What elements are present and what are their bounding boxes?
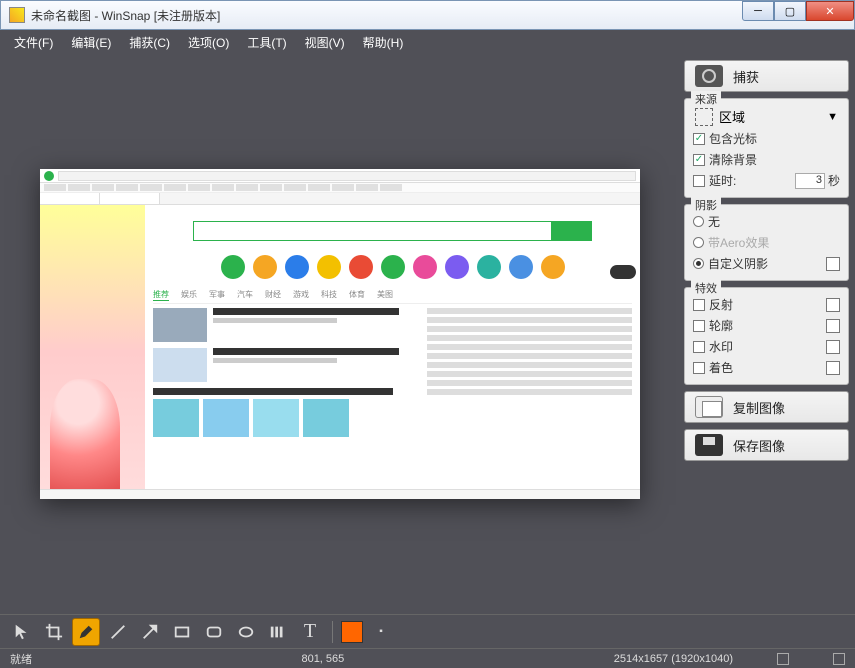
- delay-label: 延时:: [709, 172, 736, 189]
- watermark-checkbox[interactable]: [693, 341, 705, 353]
- save-image-button[interactable]: 保存图像: [684, 429, 849, 461]
- close-button[interactable]: ✕: [806, 1, 854, 21]
- color-swatch[interactable]: [341, 621, 363, 643]
- source-mode-dropdown[interactable]: 区域 ▼: [693, 105, 840, 128]
- shadow-aero-label: 带Aero效果: [708, 234, 769, 251]
- delay-unit: 秒: [828, 172, 840, 189]
- roundrect-tool[interactable]: [200, 618, 228, 646]
- delay-checkbox[interactable]: [693, 175, 705, 187]
- titlebar: 未命名截图 - WinSnap [未注册版本] ─ ▢ ✕: [0, 0, 855, 30]
- region-icon: [695, 108, 713, 126]
- statusbar: 就绪 801, 565 2514x1657 (1920x1040): [0, 648, 855, 668]
- status-ready: 就绪: [10, 651, 32, 667]
- shadow-none-label: 无: [708, 213, 720, 230]
- menu-view[interactable]: 视图(V): [297, 32, 353, 53]
- effects-title: 特效: [691, 280, 721, 296]
- arrow-tool[interactable]: [136, 618, 164, 646]
- include-cursor-checkbox[interactable]: [693, 133, 705, 145]
- reflect-settings[interactable]: [826, 298, 840, 312]
- highlight-tool[interactable]: [264, 618, 292, 646]
- maximize-button[interactable]: ▢: [774, 1, 806, 21]
- tint-label: 着色: [709, 359, 733, 376]
- menu-capture[interactable]: 捕获(C): [121, 32, 178, 53]
- copy-icon: [695, 396, 723, 418]
- watermark-settings[interactable]: [826, 340, 840, 354]
- watermark-label: 水印: [709, 338, 733, 355]
- capture-button[interactable]: 捕获: [684, 60, 849, 92]
- menu-edit[interactable]: 编辑(E): [63, 32, 119, 53]
- reflect-checkbox[interactable]: [693, 299, 705, 311]
- clear-bg-label: 清除背景: [709, 151, 757, 168]
- source-title: 来源: [691, 91, 721, 107]
- window-title: 未命名截图 - WinSnap [未注册版本]: [31, 7, 220, 24]
- tint-settings[interactable]: [826, 361, 840, 375]
- menu-tools[interactable]: 工具(T): [239, 32, 294, 53]
- crop-tool[interactable]: [40, 618, 68, 646]
- source-group: 来源 区域 ▼ 包含光标 清除背景 延时: 3 秒: [684, 98, 849, 198]
- include-cursor-label: 包含光标: [709, 130, 757, 147]
- ellipse-tool[interactable]: [232, 618, 260, 646]
- save-icon: [695, 434, 723, 456]
- shadow-custom-radio[interactable]: [693, 258, 704, 269]
- shadow-aero-radio[interactable]: [693, 237, 704, 248]
- copy-label: 复制图像: [733, 398, 785, 417]
- line-tool[interactable]: [104, 618, 132, 646]
- status-coords: 801, 565: [301, 653, 344, 665]
- shadow-none-radio[interactable]: [693, 216, 704, 227]
- menu-options[interactable]: 选项(O): [180, 32, 237, 53]
- status-dimensions: 2514x1657 (1920x1040): [614, 653, 733, 665]
- outline-settings[interactable]: [826, 319, 840, 333]
- chevron-down-icon: ▼: [827, 111, 838, 123]
- text-tool[interactable]: T: [296, 618, 324, 646]
- status-icon-1[interactable]: [777, 653, 789, 665]
- copy-image-button[interactable]: 复制图像: [684, 391, 849, 423]
- minimize-button[interactable]: ─: [742, 1, 774, 21]
- clear-bg-checkbox[interactable]: [693, 154, 705, 166]
- rect-tool[interactable]: [168, 618, 196, 646]
- status-icon-2[interactable]: [833, 653, 845, 665]
- menu-help[interactable]: 帮助(H): [355, 32, 412, 53]
- source-mode-label: 区域: [719, 107, 745, 126]
- canvas-area[interactable]: 推荐娱乐军事汽车财经游戏科技体育美图: [0, 54, 680, 614]
- camera-icon: [695, 65, 723, 87]
- capture-label: 捕获: [733, 67, 759, 86]
- shadow-group: 阴影 无 带Aero效果 自定义阴影: [684, 204, 849, 281]
- shadow-custom-settings[interactable]: [826, 257, 840, 271]
- menubar: 文件(F) 编辑(E) 捕获(C) 选项(O) 工具(T) 视图(V) 帮助(H…: [0, 30, 855, 54]
- captured-image[interactable]: 推荐娱乐军事汽车财经游戏科技体育美图: [40, 169, 640, 499]
- pen-tool[interactable]: [72, 618, 100, 646]
- outline-checkbox[interactable]: [693, 320, 705, 332]
- sidebar: 捕获 来源 区域 ▼ 包含光标 清除背景 延时: 3 秒 阴影 无 带Aero效…: [680, 54, 855, 614]
- shadow-title: 阴影: [691, 197, 721, 213]
- effects-group: 特效 反射 轮廓 水印 着色: [684, 287, 849, 385]
- reflect-label: 反射: [709, 296, 733, 313]
- delay-value-input[interactable]: 3: [795, 173, 825, 189]
- save-label: 保存图像: [733, 436, 785, 455]
- tint-checkbox[interactable]: [693, 362, 705, 374]
- outline-label: 轮廓: [709, 317, 733, 334]
- shadow-custom-label: 自定义阴影: [708, 255, 768, 272]
- menu-file[interactable]: 文件(F): [6, 32, 61, 53]
- pointer-tool[interactable]: [8, 618, 36, 646]
- app-icon: [9, 7, 25, 23]
- stroke-width-selector[interactable]: ▪: [367, 618, 395, 646]
- drawing-toolbar: T ▪: [0, 614, 855, 648]
